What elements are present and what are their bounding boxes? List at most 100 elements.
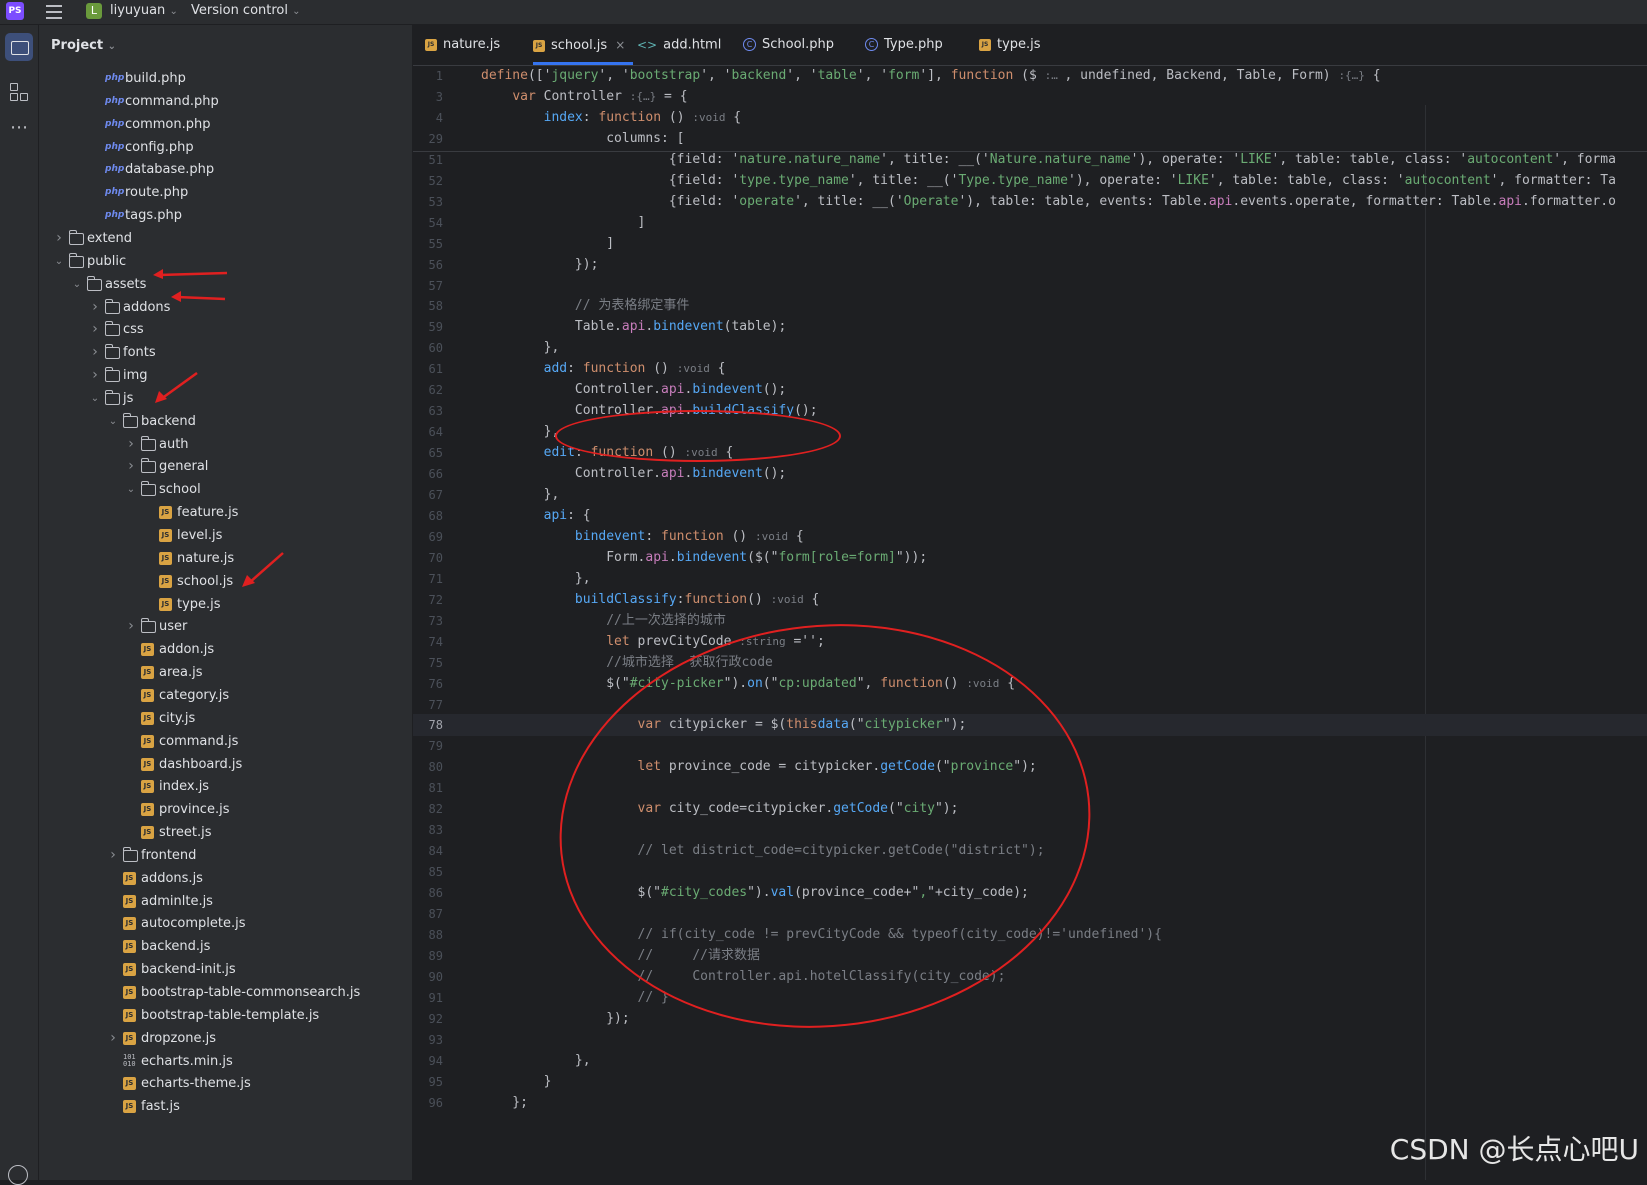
code-line[interactable]: 66 Controller.api.bindevent(); <box>413 463 1647 485</box>
code-line[interactable]: 29 columns: [ <box>413 128 1647 150</box>
tree-file[interactable]: php database.php <box>39 158 412 181</box>
code-line[interactable]: 93 <box>413 1029 1647 1051</box>
project-switcher[interactable]: liyuyuan ⌄ <box>110 3 178 18</box>
chevron-right-icon[interactable]: › <box>89 364 101 387</box>
project-panel-title[interactable]: Project ⌄ <box>51 38 116 53</box>
chevron-right-icon[interactable]: › <box>107 844 119 867</box>
tree-file[interactable]: php route.php <box>39 181 412 204</box>
code-line[interactable]: 3 var Controller :{…} = { <box>413 86 1647 108</box>
tree-folder[interactable]: ⌄ js <box>39 387 412 410</box>
code-line[interactable]: 68 api: { <box>413 505 1647 527</box>
code-line[interactable]: 91 // } <box>413 987 1647 1009</box>
tree-file[interactable]: php config.php <box>39 136 412 159</box>
tree-file[interactable]: php build.php <box>39 67 412 90</box>
chevron-right-icon[interactable]: › <box>125 615 137 638</box>
tree-file[interactable]: JS area.js <box>39 661 412 684</box>
chevron-down-icon[interactable]: ⌄ <box>71 273 83 296</box>
structure-tool-button[interactable] <box>5 79 33 107</box>
code-line[interactable]: 74 let prevCityCode :string =''; <box>413 631 1647 653</box>
code-line[interactable]: 61 add: function () :void { <box>413 358 1647 380</box>
tree-file[interactable]: JS nature.js <box>39 547 412 570</box>
tree-file[interactable]: php tags.php <box>39 204 412 227</box>
tree-folder[interactable]: › frontend <box>39 844 412 867</box>
code-line[interactable]: 56 }); <box>413 254 1647 276</box>
chevron-down-icon[interactable]: ⌄ <box>53 250 65 273</box>
chevron-down-icon[interactable]: ⌄ <box>89 387 101 410</box>
tree-file[interactable]: JS bootstrap-table-template.js <box>39 1004 412 1027</box>
tree-file[interactable]: JS category.js <box>39 684 412 707</box>
tree-file[interactable]: JS addon.js <box>39 638 412 661</box>
tree-folder[interactable]: › auth <box>39 433 412 456</box>
main-menu-icon[interactable] <box>44 0 64 24</box>
tree-file[interactable]: JS adminlte.js <box>39 890 412 913</box>
tree-folder[interactable]: › img <box>39 364 412 387</box>
chevron-down-icon[interactable]: ⌄ <box>107 410 119 433</box>
tree-file[interactable]: JS level.js <box>39 524 412 547</box>
tree-file[interactable]: 101 010 echarts.min.js <box>39 1050 412 1073</box>
code-line[interactable]: 92 }); <box>413 1008 1647 1030</box>
close-icon[interactable]: × <box>615 38 625 52</box>
code-line[interactable]: 1 define(['jquery', 'bootstrap', 'backend… <box>413 65 1647 87</box>
code-line[interactable]: 72 buildClassify:function() :void { <box>413 589 1647 611</box>
chevron-right-icon[interactable]: › <box>107 1027 119 1050</box>
chevron-down-icon[interactable]: ⌄ <box>125 478 137 501</box>
chevron-right-icon[interactable]: › <box>89 341 101 364</box>
code-line[interactable]: 55 ] <box>413 233 1647 255</box>
tree-file[interactable]: JS addons.js <box>39 867 412 890</box>
tree-file[interactable]: JS backend-init.js <box>39 958 412 981</box>
editor-tab[interactable]: JS nature.js <box>425 25 508 65</box>
editor-tab[interactable]: C Type.php <box>865 25 951 65</box>
chevron-right-icon[interactable]: › <box>125 433 137 456</box>
tree-file[interactable]: php common.php <box>39 113 412 136</box>
project-badge-icon[interactable]: L <box>86 3 102 19</box>
tree-file[interactable]: php command.php <box>39 90 412 113</box>
editor-tab[interactable]: <> add.html <box>637 25 729 65</box>
tree-file[interactable]: JS bootstrap-table-commonsearch.js <box>39 981 412 1004</box>
code-line[interactable]: 57 <box>413 275 1647 297</box>
code-line[interactable]: 53 {field: 'operate', title: __('Operate… <box>413 191 1647 213</box>
editor-tab[interactable]: JS type.js <box>979 25 1049 65</box>
tree-file[interactable]: JS index.js <box>39 775 412 798</box>
tree-folder[interactable]: › css <box>39 318 412 341</box>
tree-file[interactable]: › JS dropzone.js <box>39 1027 412 1050</box>
code-line[interactable]: 89 // //请求数据 <box>413 945 1647 967</box>
code-line[interactable]: 59 Table.api.bindevent(table); <box>413 316 1647 338</box>
code-line[interactable]: 90 // Controller.api.hotelClassify(city_… <box>413 966 1647 988</box>
code-line[interactable]: 54 ] <box>413 212 1647 234</box>
code-line[interactable]: 58 // 为表格绑定事件 <box>413 295 1647 317</box>
code-line[interactable]: 73 //上一次选择的城市 <box>413 610 1647 632</box>
chevron-right-icon[interactable]: › <box>89 318 101 341</box>
code-line[interactable]: 67 }, <box>413 484 1647 506</box>
chevron-right-icon[interactable]: › <box>53 227 65 250</box>
tree-file[interactable]: JS dashboard.js <box>39 753 412 776</box>
code-line[interactable]: 95 } <box>413 1071 1647 1093</box>
version-control-menu[interactable]: Version control ⌄ <box>191 3 301 18</box>
code-line[interactable]: 4 index: function () :void { <box>413 107 1647 129</box>
tree-folder[interactable]: ⌄ school <box>39 478 412 501</box>
code-line[interactable]: 51 {field: 'nature.nature_name', title: … <box>413 149 1647 171</box>
tree-folder[interactable]: › fonts <box>39 341 412 364</box>
code-line[interactable]: 69 bindevent: function () :void { <box>413 526 1647 548</box>
editor-tab[interactable]: JS school.js × <box>533 25 634 65</box>
tree-file[interactable]: JS command.js <box>39 730 412 753</box>
code-line[interactable]: 75 //城市选择 获取行政code <box>413 652 1647 674</box>
code-line[interactable]: 94 }, <box>413 1050 1647 1072</box>
chevron-right-icon[interactable]: › <box>125 455 137 478</box>
chevron-right-icon[interactable]: › <box>89 296 101 319</box>
project-tool-button[interactable] <box>5 33 33 61</box>
tree-folder[interactable]: ⌄ backend <box>39 410 412 433</box>
project-panel-header[interactable]: Project ⌄ <box>39 25 412 67</box>
tree-file[interactable]: JS feature.js <box>39 501 412 524</box>
tree-file[interactable]: JS autocomplete.js <box>39 912 412 935</box>
more-tools-icon[interactable]: ⋯ <box>5 119 33 147</box>
phpstorm-logo-icon[interactable]: PS <box>6 2 24 20</box>
tree-file[interactable]: JS backend.js <box>39 935 412 958</box>
tree-file[interactable]: JS type.js <box>39 593 412 616</box>
code-line[interactable]: 60 }, <box>413 337 1647 359</box>
tree-folder[interactable]: › general <box>39 455 412 478</box>
code-line[interactable]: 71 }, <box>413 568 1647 590</box>
code-line[interactable]: 96 }; <box>413 1092 1647 1114</box>
run-tool-icon[interactable] <box>8 1165 28 1185</box>
tree-folder[interactable]: › extend <box>39 227 412 250</box>
code-editor[interactable]: 1 define(['jquery', 'bootstrap', 'backend… <box>413 65 1647 1180</box>
